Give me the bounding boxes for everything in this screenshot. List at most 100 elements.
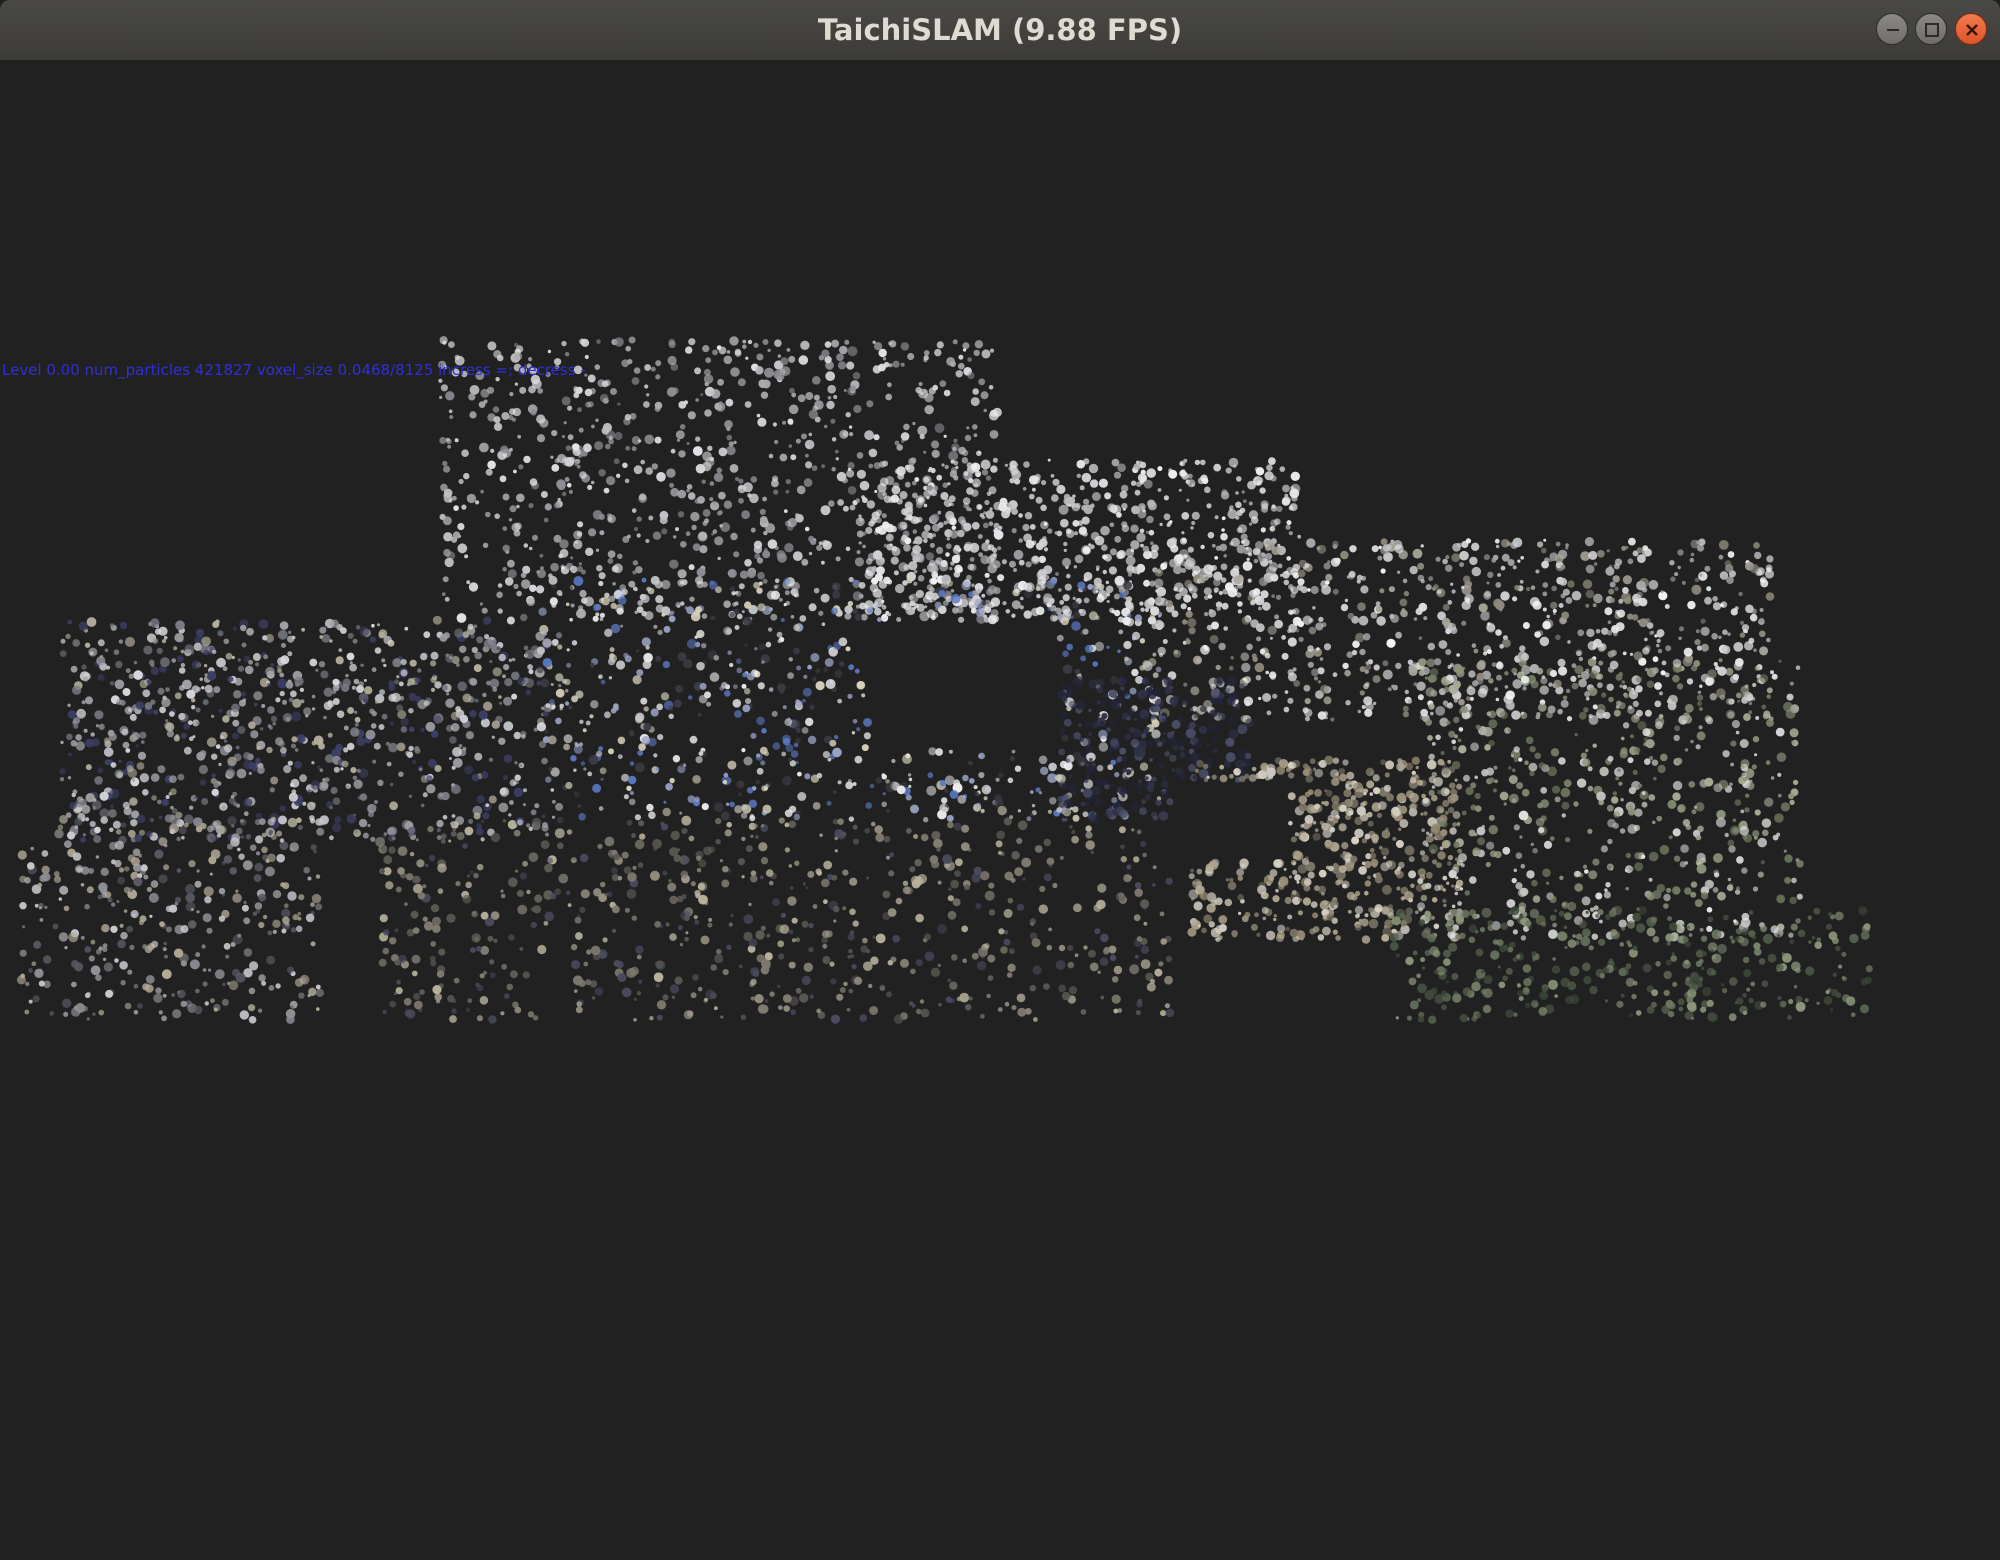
point-cloud-particle <box>342 678 351 687</box>
point-cloud-particle <box>944 464 949 470</box>
point-cloud-particle <box>562 491 567 497</box>
point-cloud-particle <box>582 728 587 733</box>
point-cloud-particle <box>1264 471 1274 481</box>
point-cloud-particle <box>181 835 185 840</box>
maximize-button[interactable] <box>1915 13 1947 45</box>
point-cloud-particle <box>655 374 661 380</box>
point-cloud-particle <box>347 632 354 639</box>
point-cloud-particle <box>1130 524 1139 533</box>
point-cloud-particle <box>997 574 1005 582</box>
point-cloud-particle <box>1419 850 1426 856</box>
point-cloud-particle <box>1507 559 1515 566</box>
point-cloud-particle <box>1677 549 1684 556</box>
point-cloud-particle <box>1789 896 1797 905</box>
point-cloud-particle <box>958 516 966 524</box>
point-cloud-particle <box>514 382 519 386</box>
point-cloud-particle <box>1279 876 1289 886</box>
point-cloud-particle <box>1163 513 1171 521</box>
point-cloud-particle <box>894 440 900 446</box>
point-cloud-particle <box>1147 501 1157 511</box>
point-cloud-particle <box>723 500 733 509</box>
point-cloud-particle <box>912 492 918 499</box>
point-cloud-particle <box>1287 637 1297 647</box>
point-cloud-particle <box>442 576 449 583</box>
point-cloud-particle <box>608 676 613 680</box>
point-cloud-particle <box>796 485 806 495</box>
point-cloud-particle <box>1220 577 1227 583</box>
point-cloud-particle <box>607 516 613 522</box>
point-cloud-particle <box>1607 650 1615 658</box>
title-bar[interactable]: TaichiSLAM (9.88 FPS) <box>0 0 2000 61</box>
3d-viewport[interactable]: Level 0.00 num_particles 421827 voxel_si… <box>0 60 2000 1560</box>
point-cloud-particle <box>955 370 963 378</box>
point-cloud-particle <box>1722 629 1728 635</box>
point-cloud-particle <box>937 510 942 515</box>
point-cloud-particle <box>540 678 550 688</box>
point-cloud-particle <box>1229 692 1239 701</box>
point-cloud-particle <box>1739 620 1745 626</box>
point-cloud-particle <box>1106 600 1110 603</box>
point-cloud-particle <box>851 731 856 735</box>
point-cloud-particle <box>345 673 349 678</box>
point-cloud-particle <box>1495 544 1500 549</box>
point-cloud-particle <box>150 663 155 668</box>
point-cloud-particle <box>1726 576 1734 584</box>
point-cloud-particle <box>635 712 645 722</box>
point-cloud-particle <box>1201 927 1207 934</box>
minimize-button[interactable] <box>1876 13 1908 45</box>
point-cloud-particle <box>1054 531 1058 535</box>
point-cloud-particle <box>735 477 739 481</box>
point-cloud-particle <box>1260 590 1269 599</box>
point-cloud-particle <box>509 505 517 513</box>
point-cloud-particle <box>1096 678 1105 687</box>
point-cloud-particle <box>1271 504 1276 509</box>
point-cloud-particle <box>1622 722 1630 729</box>
point-cloud-particle <box>666 387 677 397</box>
point-cloud-particle <box>1656 629 1665 638</box>
point-cloud-particle <box>1109 675 1118 685</box>
close-button[interactable] <box>1955 13 1987 45</box>
point-cloud-particle <box>1213 676 1224 687</box>
point-cloud-particle <box>503 721 514 732</box>
point-cloud-particle <box>737 378 746 387</box>
point-cloud-particle <box>754 647 758 651</box>
point-cloud-particle <box>852 782 857 786</box>
point-cloud-particle <box>883 495 892 504</box>
point-cloud-particle <box>958 362 965 370</box>
point-cloud-particle <box>451 814 456 818</box>
point-cloud-particle <box>1040 504 1047 512</box>
point-cloud-particle <box>1032 476 1041 485</box>
point-cloud-particle <box>852 372 861 380</box>
point-cloud-particle <box>1363 788 1369 793</box>
point-cloud-particle <box>1400 610 1408 618</box>
point-cloud-particle <box>1290 836 1297 843</box>
point-cloud-particle <box>540 491 548 498</box>
point-cloud-particle <box>923 817 929 823</box>
point-cloud-particle <box>734 625 740 630</box>
point-cloud-particle <box>90 732 95 737</box>
point-cloud-particle <box>1310 901 1318 908</box>
point-cloud-particle <box>802 687 812 697</box>
point-cloud-particle <box>1259 648 1266 655</box>
point-cloud-particle <box>327 700 335 708</box>
point-cloud-particle <box>632 560 639 566</box>
point-cloud-particle <box>1155 666 1162 673</box>
point-cloud-particle <box>730 532 738 541</box>
point-cloud-particle <box>758 643 766 651</box>
point-cloud-particle <box>204 684 213 693</box>
point-cloud-particle <box>1024 582 1035 593</box>
point-cloud-particle <box>589 662 595 668</box>
point-cloud-particle <box>336 710 345 718</box>
point-cloud-particle <box>310 780 321 790</box>
point-cloud-particle <box>1261 601 1271 611</box>
point-cloud-particle <box>1440 820 1448 828</box>
point-cloud-particle <box>206 737 217 747</box>
point-cloud-particle <box>1345 858 1350 864</box>
point-cloud-particle <box>1098 478 1108 488</box>
point-cloud-particle <box>442 340 447 345</box>
point-cloud-particle <box>232 626 238 631</box>
point-cloud-particle <box>1618 671 1623 677</box>
point-cloud-particle <box>645 645 650 650</box>
point-cloud-particle <box>396 742 406 752</box>
point-cloud-particle <box>1618 919 1627 928</box>
